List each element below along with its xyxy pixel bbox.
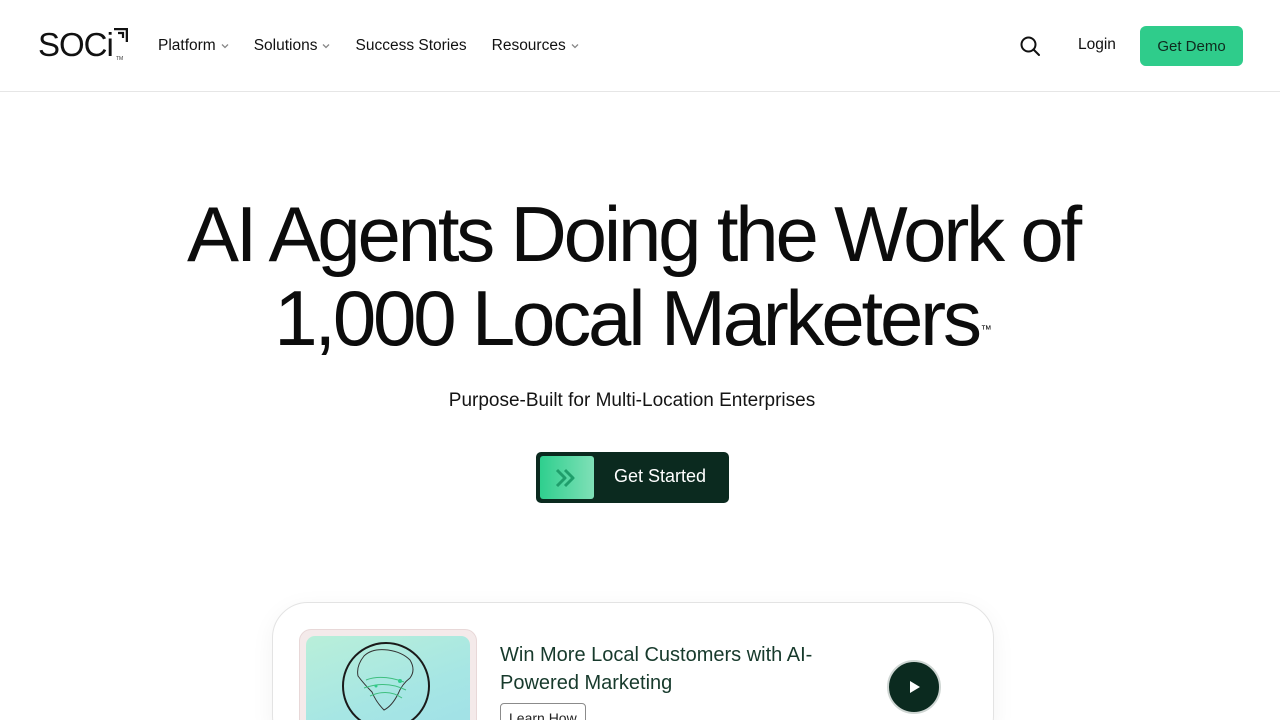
hero-title-line1: AI Agents Doing the Work of	[186, 190, 1082, 278]
nav-item-solutions[interactable]: Solutions	[254, 37, 332, 55]
hero-subtitle: Purpose-Built for Multi-Location Enterpr…	[448, 390, 816, 411]
thumbnail-image	[306, 636, 470, 720]
search-icon	[1020, 36, 1040, 56]
site-header: SOCi TM Platform Solutions Success Stori…	[0, 0, 1280, 92]
get-demo-button[interactable]: Get Demo	[1140, 26, 1243, 66]
chevron-down-icon	[571, 44, 579, 49]
nav-item-label: Solutions	[253, 37, 318, 54]
nav-item-label: Resources	[491, 37, 566, 54]
nav-item-label: Success Stories	[355, 37, 467, 54]
search-button[interactable]	[1018, 34, 1042, 58]
play-icon	[910, 681, 920, 693]
trademark-symbol: ™	[980, 324, 992, 336]
logo-wordmark: SOCi	[38, 26, 114, 63]
hero-title: AI Agents Doing the Work of 1,000 Local …	[0, 192, 1266, 360]
video-card: Win More Local Customers with AI-Powered…	[272, 602, 994, 720]
nav-item-label: Platform	[158, 37, 216, 54]
main-nav: Platform Solutions Success Stories Resou…	[158, 36, 604, 56]
globe-icon	[342, 642, 430, 720]
get-started-label: Get Started	[614, 466, 707, 486]
chevron-down-icon	[323, 44, 330, 49]
login-link[interactable]: Login	[1078, 36, 1116, 54]
logo-trademark: TM	[116, 56, 124, 62]
double-chevron-right-icon	[555, 468, 575, 487]
nav-item-resources[interactable]: Resources	[492, 37, 580, 55]
learn-how-button[interactable]: Learn How	[500, 703, 586, 720]
nav-item-success-stories[interactable]: Success Stories	[355, 37, 466, 55]
logo-arrow-icon	[114, 28, 128, 42]
get-started-button[interactable]: Get Started	[536, 452, 729, 503]
chevron-down-icon	[221, 44, 229, 49]
video-thumbnail[interactable]	[299, 629, 477, 720]
nav-item-platform[interactable]: Platform	[158, 37, 230, 55]
card-title: Win More Local Customers with AI-Powered…	[500, 644, 813, 694]
soci-logo[interactable]: SOCi TM	[38, 28, 130, 64]
hero-title-line2: 1,000 Local Marketers	[274, 274, 982, 362]
play-button[interactable]	[887, 660, 941, 714]
cta-icon-box	[540, 456, 594, 499]
